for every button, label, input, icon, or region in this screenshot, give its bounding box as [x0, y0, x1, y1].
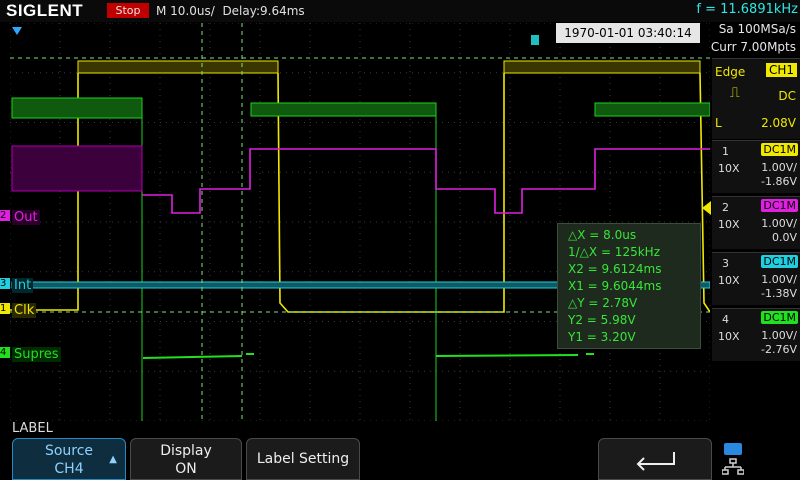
trigger-source: CH1	[765, 63, 797, 77]
ch1-info[interactable]: 1 DC1M 10X 1.00V/ -1.86V	[712, 140, 800, 193]
ch4-waveform-label: Supres	[12, 347, 61, 362]
cursor-x2: X2 = 9.6124ms	[568, 262, 662, 276]
return-arrow-icon	[636, 452, 675, 471]
source-button[interactable]: Source CH4 ▲	[12, 438, 126, 480]
menu-title: LABEL	[12, 421, 53, 436]
label-setting-button[interactable]: Label Setting	[246, 438, 360, 480]
ch2-coupling: DC1M	[761, 199, 798, 212]
ch2-offset: 0.0V	[771, 231, 797, 244]
brand-logo: SIGLENT	[6, 1, 84, 20]
trigger-panel[interactable]: Edge CH1 ⎍ DC L 2.08V	[712, 58, 800, 139]
ch3-coupling: DC1M	[761, 255, 798, 268]
source-value: CH4	[54, 461, 84, 477]
ch3-number: 3	[722, 257, 729, 270]
ch2-marker: 2	[0, 210, 10, 221]
ch4-scale: 1.00V/	[761, 329, 797, 342]
ch4-marker: 4	[0, 347, 10, 358]
ch4-coupling: DC1M	[761, 311, 798, 324]
network-icon	[722, 458, 744, 475]
delta-x: △X = 8.0us	[568, 228, 637, 242]
ch1-number: 1	[722, 145, 729, 158]
arrow-up-icon: ▲	[109, 454, 117, 465]
sample-rate: Sa 100MSa/s	[718, 22, 796, 36]
source-label: Source	[44, 443, 94, 459]
ch1-offset: -1.86V	[761, 175, 797, 188]
ch2-waveform-label: Out	[12, 210, 40, 225]
ch3-marker: 3	[0, 278, 10, 289]
timebase-readout[interactable]: M 10.0us/ Delay:9.64ms	[156, 0, 305, 22]
cursor-measurement-panel: △X = 8.0us 1/△X = 125kHz X2 = 9.6124ms X…	[557, 223, 701, 349]
ch1-marker: 1	[0, 303, 10, 314]
waveform-display[interactable]	[10, 23, 710, 421]
ch4-offset: -2.76V	[761, 343, 797, 356]
trigger-coupling: DC	[778, 89, 796, 103]
ch2-number: 2	[722, 201, 729, 214]
trigger-level: 2.08V	[761, 116, 796, 130]
ch4-info[interactable]: 4 DC1M 10X 1.00V/ -2.76V	[712, 308, 800, 361]
memory-depth: Curr 7.00Mpts	[710, 40, 796, 54]
ch4-probe: 10X	[718, 330, 740, 343]
datetime-readout: 1970-01-01 03:40:14	[556, 23, 700, 43]
graticule	[10, 23, 710, 421]
delta-y: △Y = 2.78V	[568, 296, 638, 310]
timebase-value: M 10.0us/	[156, 4, 215, 18]
trigger-edge-icon: ⎍	[730, 85, 740, 101]
ch1-scale: 1.00V/	[761, 161, 797, 174]
frequency-counter: f = 11.6891kHz	[696, 2, 798, 17]
cursor-marker	[531, 35, 539, 45]
run-stop-badge[interactable]: Stop	[107, 3, 149, 18]
display-button[interactable]: Display ON	[130, 438, 242, 480]
cursor-y1: Y1 = 3.20V	[568, 330, 636, 344]
usb-storage-icon	[724, 443, 742, 455]
ch3-waveform-label: Int	[12, 278, 34, 293]
inverse-delta-x: 1/△X = 125kHz	[568, 245, 660, 259]
trigger-level-label: L	[715, 116, 722, 130]
trigger-position-marker	[12, 27, 22, 35]
back-button[interactable]	[598, 438, 712, 480]
cursor-y2: Y2 = 5.98V	[568, 313, 636, 327]
ch4-trace	[142, 353, 594, 359]
delay-value: Delay:9.64ms	[222, 4, 305, 18]
ch3-scale: 1.00V/	[761, 273, 797, 286]
ch1-probe: 10X	[718, 162, 740, 175]
ch2-trace	[11, 145, 710, 214]
trigger-level-arrow	[702, 201, 711, 215]
ch2-scale: 1.00V/	[761, 217, 797, 230]
ch3-offset: -1.38V	[761, 287, 797, 300]
ch2-probe: 10X	[718, 218, 740, 231]
ch1-waveform-label: Clk	[12, 303, 37, 318]
display-value: ON	[175, 461, 197, 477]
trigger-mode: Edge	[715, 65, 746, 79]
ch3-probe: 10X	[718, 274, 740, 287]
ch2-info[interactable]: 2 DC1M 10X 1.00V/ 0.0V	[712, 196, 800, 249]
label-setting-text: Label Setting	[256, 451, 350, 467]
ch3-info[interactable]: 3 DC1M 10X 1.00V/ -1.38V	[712, 252, 800, 305]
ch4-number: 4	[722, 313, 729, 326]
ch1-coupling: DC1M	[761, 143, 798, 156]
cursor-x1: X1 = 9.6044ms	[568, 279, 662, 293]
display-label: Display	[160, 443, 212, 459]
